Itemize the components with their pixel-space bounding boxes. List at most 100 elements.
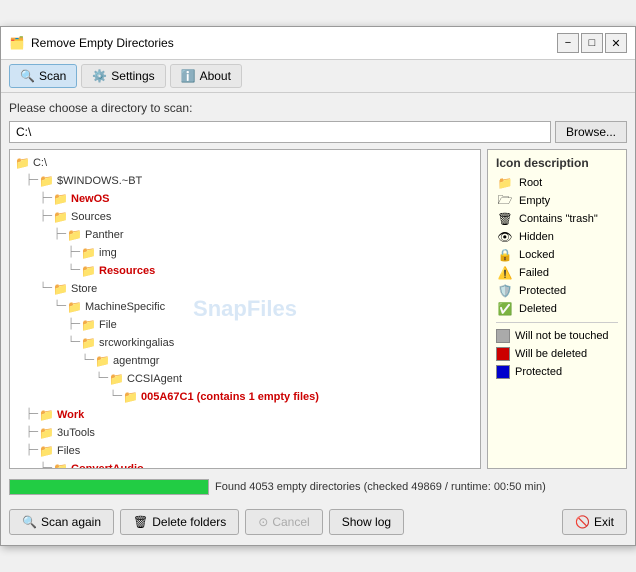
progress-bar-fill (10, 480, 208, 494)
main-panel: SnapFiles 📁 C:\ ├─ 📁 $WINDOWS.~BT ├─ 📁 N… (9, 149, 627, 469)
tree-label: Store (71, 281, 97, 297)
tree-label: CCSIAgent (127, 371, 182, 387)
icon-row-trash: 🗑 Contains "trash" (496, 212, 618, 226)
folder-icon: 📁 (15, 155, 30, 171)
empty-icon: 🗁 (496, 194, 514, 208)
trash-label: Contains "trash" (519, 213, 598, 225)
tree-item[interactable]: └─ 📁 CCSIAgent (12, 370, 478, 388)
legend-row-blue: Protected (496, 365, 618, 379)
scan-again-icon: 🔍 (22, 515, 37, 529)
tree-item[interactable]: ├─ 📁 NewOS (12, 190, 478, 208)
icon-row-hidden: 👁 Hidden (496, 230, 618, 244)
folder-icon: 📁 (53, 281, 68, 297)
exit-button[interactable]: 🚫 Exit (562, 509, 627, 535)
tree-item[interactable]: ├─ 📁 img (12, 244, 478, 262)
trash-icon: 🗑 (496, 212, 514, 226)
delete-folders-button[interactable]: 🗑 Delete folders (120, 509, 239, 535)
tree-item[interactable]: └─ 📁 Store (12, 280, 478, 298)
root-label: Root (519, 177, 542, 189)
tree-label: ConvertAudio (71, 461, 144, 469)
progress-text: Found 4053 empty directories (checked 49… (215, 481, 546, 493)
folder-icon: 📁 (123, 389, 138, 405)
locked-icon: 🔒 (496, 248, 514, 262)
directory-input[interactable] (9, 121, 551, 143)
tree-label: Panther (85, 227, 124, 243)
tree-connector: ├─ (54, 227, 66, 243)
tree-item[interactable]: └─ 📁 MachineSpecific (12, 298, 478, 316)
tree-connector: ├─ (26, 443, 38, 459)
root-icon: 📁 (496, 176, 514, 190)
tree-item[interactable]: ├─ 📁 Work (12, 406, 478, 424)
tree-item[interactable]: ├─ 📁 Panther (12, 226, 478, 244)
tree-panel[interactable]: SnapFiles 📁 C:\ ├─ 📁 $WINDOWS.~BT ├─ 📁 N… (9, 149, 481, 469)
settings-button[interactable]: ⚙️ Settings (81, 64, 165, 88)
exit-icon: 🚫 (575, 515, 590, 529)
legend-color-gray (496, 329, 510, 343)
close-button[interactable]: ✕ (605, 33, 627, 53)
about-icon: ℹ️ (181, 69, 196, 83)
tree-item[interactable]: ├─ 📁 File (12, 316, 478, 334)
folder-icon: 📁 (81, 317, 96, 333)
icon-row-failed: ⚠️ Failed (496, 266, 618, 280)
tree-label: agentmgr (113, 353, 159, 369)
tree-connector: └─ (54, 299, 66, 315)
tree-label: Files (57, 443, 80, 459)
failed-label: Failed (519, 267, 549, 279)
tree-item[interactable]: └─ 📁 Resources (12, 262, 478, 280)
hidden-label: Hidden (519, 231, 554, 243)
legend-color-red (496, 347, 510, 361)
scan-button[interactable]: 🔍 Scan (9, 64, 77, 88)
tree-label: img (99, 245, 117, 261)
delete-icon: 🗑 (133, 515, 148, 529)
title-bar: 🗂️ Remove Empty Directories − □ ✕ (1, 27, 635, 60)
protected-label: Protected (519, 285, 566, 297)
icon-row-deleted: ✅ Deleted (496, 302, 618, 316)
legend-row-red: Will be deleted (496, 347, 618, 361)
tree-item[interactable]: ├─ 📁 3uTools (12, 424, 478, 442)
deleted-label: Deleted (519, 303, 557, 315)
tree-item[interactable]: ├─ 📁 Sources (12, 208, 478, 226)
tree-item[interactable]: └─ 📁 005A67C1 (contains 1 empty files) (12, 388, 478, 406)
tree-label: $WINDOWS.~BT (57, 173, 142, 189)
tree-connector: └─ (96, 371, 108, 387)
tree-connector: └─ (40, 281, 52, 297)
tree-label: NewOS (71, 191, 110, 207)
icon-desc-divider (496, 322, 618, 323)
tree-item[interactable]: ├─ 📁 $WINDOWS.~BT (12, 172, 478, 190)
tree-item[interactable]: └─ 📁 srcworkingalias (12, 334, 478, 352)
tree-connector: └─ (82, 353, 94, 369)
about-button[interactable]: ℹ️ About (170, 64, 242, 88)
cancel-button[interactable]: ⊙ Cancel (245, 509, 322, 535)
folder-icon: 📁 (39, 425, 54, 441)
legend-row-gray: Will not be touched (496, 329, 618, 343)
folder-icon: 📁 (53, 461, 68, 469)
scan-icon: 🔍 (20, 69, 35, 83)
show-log-button[interactable]: Show log (329, 509, 404, 535)
progress-area: Found 4053 empty directories (checked 49… (9, 475, 627, 499)
tree-connector: ├─ (26, 173, 38, 189)
tree-label: Sources (71, 209, 111, 225)
hidden-icon: 👁 (496, 230, 514, 244)
tree-label: Resources (99, 263, 155, 279)
tree-connector: ├─ (68, 317, 80, 333)
minimize-button[interactable]: − (557, 33, 579, 53)
legend-label-red: Will be deleted (515, 348, 587, 360)
icon-row-protected: 🛡️ Protected (496, 284, 618, 298)
tree-item[interactable]: ├─ 📁 ConvertAudio (12, 460, 478, 469)
window-title: Remove Empty Directories (31, 36, 551, 50)
browse-button[interactable]: Browse... (555, 121, 627, 143)
scan-again-button[interactable]: 🔍 Scan again (9, 509, 114, 535)
folder-icon: 📁 (39, 443, 54, 459)
tree-item[interactable]: ├─ 📁 Files (12, 442, 478, 460)
tree-item[interactable]: └─ 📁 agentmgr (12, 352, 478, 370)
legend-label-blue: Protected (515, 366, 562, 378)
folder-icon: 📁 (81, 335, 96, 351)
window-icon: 🗂️ (9, 35, 25, 51)
tree-connector: ├─ (40, 191, 52, 207)
icon-row-locked: 🔒 Locked (496, 248, 618, 262)
maximize-button[interactable]: □ (581, 33, 603, 53)
main-window: 🗂️ Remove Empty Directories − □ ✕ 🔍 Scan… (0, 26, 636, 546)
empty-label: Empty (519, 195, 550, 207)
tree-label: File (99, 317, 117, 333)
tree-item[interactable]: 📁 C:\ (12, 154, 478, 172)
